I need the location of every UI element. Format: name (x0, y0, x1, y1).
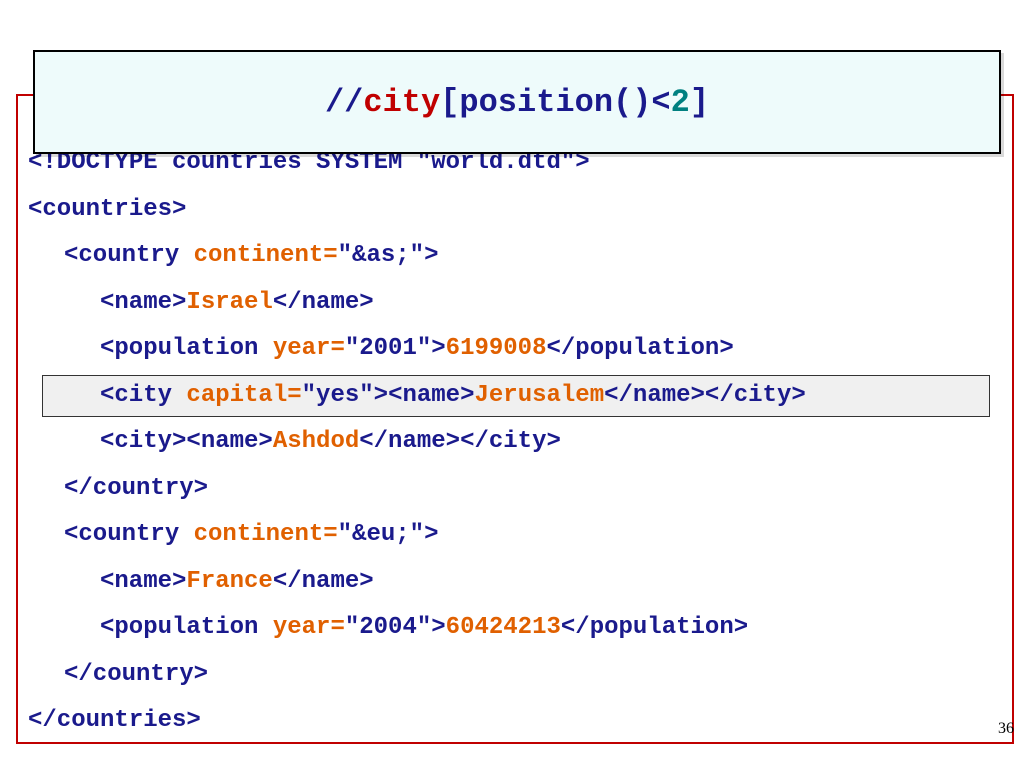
code-tag: "&eu;"> (337, 521, 439, 548)
code-line: <country continent="&as;"> (28, 233, 806, 280)
xpath-number: 2 (670, 83, 690, 121)
code-tag: "yes"> (301, 381, 389, 409)
xpath-title-box: //city [position()< 2] (33, 50, 1001, 154)
xpath-element: city (363, 83, 441, 121)
code-attr: continent= (193, 242, 338, 269)
code-value: Ashdod (272, 428, 360, 455)
code-tag: </population> (560, 614, 749, 641)
code-line: <population year="2001">6199008</populat… (28, 326, 806, 373)
code-tag: </country> (64, 474, 209, 502)
code-attr: year= (272, 614, 345, 641)
code-tag: <country (64, 242, 194, 269)
code-tag: <city><name> (100, 428, 273, 455)
code-tag: "&as;"> (337, 242, 439, 269)
xml-code-block: <!DOCTYPE countries SYSTEM "world.dtd"> <… (28, 140, 806, 745)
code-tag: <population (100, 614, 273, 641)
code-tag: <population (100, 335, 273, 362)
code-line: </countries> (28, 698, 806, 745)
code-attr: capital= (186, 381, 302, 409)
code-attr: continent= (193, 521, 338, 548)
code-tag: </population> (546, 335, 734, 362)
code-line: <countries> (28, 187, 806, 234)
code-value: 6199008 (445, 335, 547, 362)
code-line: <city><name>Ashdod</name></city> (28, 419, 806, 466)
code-line: <population year="2004">60424213</popula… (28, 605, 806, 652)
code-tag: <name> (100, 567, 187, 595)
code-tag: </name> (272, 288, 374, 316)
code-tag: <countries> (28, 195, 187, 223)
code-line: </country> (28, 466, 806, 513)
code-value: Jerusalem (474, 381, 605, 409)
code-tag: "2001"> (344, 335, 446, 362)
code-line-highlighted: <city capital="yes"><name>Jerusalem</nam… (28, 373, 806, 420)
code-tag: </country> (64, 660, 209, 688)
code-tag: <name> (388, 381, 475, 409)
code-tag: </countries> (28, 707, 201, 734)
code-value: 60424213 (445, 614, 561, 641)
code-value: France (186, 567, 273, 595)
code-line: <name>Israel</name> (28, 280, 806, 327)
code-tag: <country (64, 521, 194, 548)
xpath-predicate-open: [position()< (440, 83, 671, 121)
code-tag: <city (100, 381, 187, 409)
code-tag: <name> (100, 288, 187, 316)
slide-number: 36 (998, 720, 1014, 737)
code-value: Israel (186, 288, 273, 316)
code-attr: year= (272, 335, 345, 362)
xpath-prefix: // (324, 83, 364, 121)
xpath-predicate-close: ] (689, 83, 710, 121)
code-line: <name>France</name> (28, 559, 806, 606)
code-tag: "2004"> (344, 614, 446, 641)
code-line: </country> (28, 652, 806, 699)
code-line: <country continent="&eu;"> (28, 512, 806, 559)
code-tag: </name></city> (604, 381, 806, 409)
code-tag: </name></city> (359, 428, 561, 455)
code-tag: </name> (272, 567, 374, 595)
